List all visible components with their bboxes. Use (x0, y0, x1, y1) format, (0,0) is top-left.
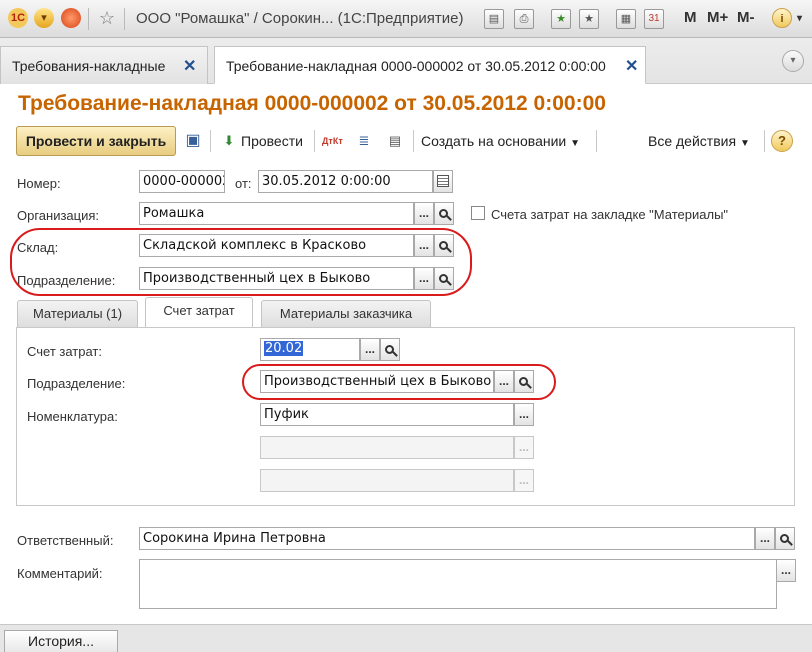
search-icon (438, 209, 448, 218)
number-label: Номер: (17, 176, 61, 191)
titlebar-separator (124, 8, 125, 30)
main-menu-icon[interactable]: ▾ (34, 8, 54, 28)
nomenclature-field[interactable]: Пуфик (260, 403, 514, 426)
chevron-down-icon: ▼ (570, 138, 581, 149)
cost-account-label: Счет затрат: (27, 344, 102, 359)
add-favorite-icon[interactable]: ★ (551, 9, 571, 29)
print-icon[interactable]: ⎙ (514, 9, 534, 29)
search-icon (779, 534, 789, 543)
memory-minus-button[interactable]: M- (737, 9, 755, 26)
cost-account-value: 20.02 (264, 341, 304, 356)
app-logo-icon[interactable]: 1С (8, 8, 28, 28)
calendar-icon[interactable]: 31 (644, 9, 664, 29)
close-icon[interactable]: ✕ (625, 56, 638, 76)
analytics-field-2 (260, 469, 514, 492)
memory-m-button[interactable]: M (684, 9, 697, 26)
save-icon[interactable]: ▤ (484, 9, 504, 29)
search-icon (384, 345, 394, 354)
comment-edit-button[interactable]: ... (776, 559, 796, 582)
close-icon[interactable]: ✕ (183, 56, 196, 76)
organization-field[interactable]: Ромашка (139, 202, 414, 225)
responsible-field[interactable]: Сорокина Ирина Петровна (139, 527, 755, 550)
all-actions-button[interactable]: Все действия ▼ (648, 133, 750, 149)
comment-label: Комментарий: (17, 566, 103, 581)
tab-customer-materials[interactable]: Материалы заказчика (261, 300, 431, 327)
history-button[interactable]: История... (4, 630, 118, 652)
tab-cost-account[interactable]: Счет затрат (145, 297, 253, 328)
chevron-down-icon: ▼ (739, 138, 750, 149)
comment-textarea[interactable] (139, 559, 777, 609)
post-icon[interactable]: ⬇ (219, 131, 239, 151)
bottom-bar (0, 624, 812, 652)
post-button[interactable]: Провести (241, 133, 303, 149)
info-icon[interactable]: i (772, 8, 792, 28)
responsible-select-button[interactable]: ... (755, 527, 775, 550)
post-and-close-button[interactable]: Провести и закрыть (16, 126, 176, 156)
chevron-down-icon[interactable]: ▾ (797, 13, 802, 24)
registers-icon[interactable]: ≣ (354, 131, 374, 151)
highlight-annotation (242, 364, 556, 400)
tab-label: Требования-накладные (12, 58, 166, 74)
toolbar-separator (314, 130, 315, 152)
toolbar-separator (764, 130, 765, 152)
analytics-select-button-2: ... (514, 469, 534, 492)
cost-accounts-checkbox-label: Счета затрат на закладке "Материалы" (491, 207, 729, 222)
print-form-icon[interactable]: ▤ (385, 131, 405, 151)
window-title: ООО "Ромашка" / Сорокин... (1С:Предприят… (136, 10, 464, 27)
tab-label: Требование-накладная 0000-000002 от 30.0… (226, 58, 606, 74)
analytics-select-button-1: ... (514, 436, 534, 459)
window-tabstrip: Требования-накладные ✕ Требование-наклад… (0, 38, 812, 84)
titlebar-separator (88, 8, 89, 30)
bookmark-icon[interactable]: ★ (579, 9, 599, 29)
ledger-entries-icon[interactable]: ДтКт (322, 131, 343, 151)
calendar-icon (437, 175, 449, 187)
nomenclature-label: Номенклатура: (27, 409, 118, 424)
create-based-label: Создать на основании (421, 133, 567, 149)
cost-accounts-on-materials-checkbox[interactable] (471, 206, 485, 220)
toolbar-separator (413, 130, 414, 152)
cost-account-select-button[interactable]: ... (360, 338, 380, 361)
save-icon[interactable]: ▣ (183, 131, 203, 151)
number-field[interactable]: 0000-000002 (139, 170, 225, 193)
tab-requisition-document[interactable]: Требование-накладная 0000-000002 от 30.0… (214, 46, 646, 84)
page-title: Требование-накладная 0000-000002 от 30.0… (18, 92, 606, 115)
all-actions-label: Все действия (648, 133, 737, 149)
organization-open-button[interactable] (434, 202, 454, 225)
tabs-dropdown-icon[interactable]: ▾ (782, 50, 804, 72)
organization-label: Организация: (17, 208, 100, 223)
cost-account-open-button[interactable] (380, 338, 400, 361)
calculator-icon[interactable]: ▦ (616, 9, 636, 29)
tab-materials[interactable]: Материалы (1) (17, 300, 138, 327)
nomenclature-select-button[interactable]: ... (514, 403, 534, 426)
cost-department-label: Подразделение: (27, 376, 126, 391)
toolbar-separator (596, 130, 597, 152)
organization-select-button[interactable]: ... (414, 202, 434, 225)
date-field[interactable]: 30.05.2012 0:00:00 (258, 170, 433, 193)
home-icon[interactable] (61, 8, 81, 28)
favorites-star-icon[interactable]: ☆ (97, 8, 117, 28)
create-based-on-button[interactable]: Создать на основании ▼ (421, 133, 580, 149)
tab-requisitions-list[interactable]: Требования-накладные ✕ (0, 46, 208, 84)
window-titlebar: 1С ▾ ☆ ООО "Ромашка" / Сорокин... (1С:Пр… (0, 0, 812, 38)
cost-account-field[interactable]: 20.02 (260, 338, 360, 361)
toolbar-separator (210, 130, 211, 152)
help-button[interactable]: ? (771, 130, 793, 152)
date-label: от: (235, 176, 252, 191)
memory-plus-button[interactable]: M+ (707, 9, 728, 26)
analytics-field-1 (260, 436, 514, 459)
date-picker-button[interactable] (433, 170, 453, 193)
highlight-annotation (10, 228, 472, 296)
responsible-label: Ответственный: (17, 533, 114, 548)
responsible-open-button[interactable] (775, 527, 795, 550)
